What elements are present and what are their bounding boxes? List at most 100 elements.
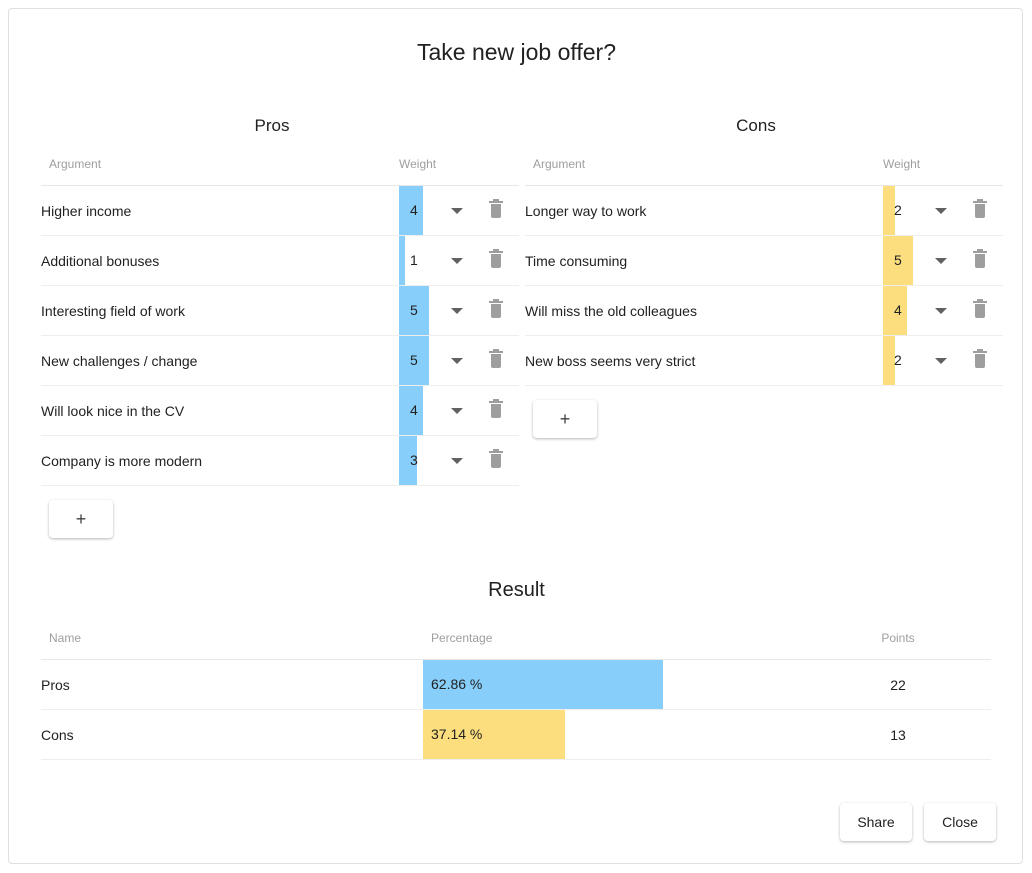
table-row: Higher income 4 — [41, 185, 520, 236]
cons-column-weight: Weight — [883, 157, 958, 186]
result-table: Name Percentage Points Pros 62.86 % 22 Cons… — [41, 631, 991, 760]
weight-cell[interactable]: 4 — [399, 185, 474, 236]
dialog-footer: Share Close — [840, 803, 996, 841]
cons-table-header-row: Argument Weight — [525, 157, 1004, 186]
chevron-down-icon[interactable] — [451, 257, 463, 264]
add-pro-button[interactable]: + — [49, 500, 113, 538]
delete-row-button[interactable] — [473, 385, 520, 436]
weight-cell[interactable]: 2 — [883, 335, 958, 386]
argument-text: Additional bonuses — [41, 235, 399, 286]
result-header-row: Name Percentage Points — [41, 631, 991, 660]
weight-cell[interactable]: 5 — [399, 335, 474, 386]
weight-value: 2 — [894, 202, 902, 218]
argument-text: Will look nice in the CV — [41, 385, 399, 436]
result-points: 22 — [805, 659, 991, 710]
delete-row-button[interactable] — [473, 435, 520, 486]
weight-cell[interactable]: 5 — [399, 285, 474, 336]
result-column-percentage: Percentage — [423, 631, 805, 660]
add-con-button[interactable]: + — [533, 400, 597, 438]
table-row: Longer way to work 2 — [525, 185, 1004, 236]
trash-icon[interactable] — [973, 298, 988, 318]
result-name: Pros — [41, 659, 423, 710]
weight-value: 2 — [894, 352, 902, 368]
weight-value: 5 — [410, 302, 418, 318]
result-name: Cons — [41, 709, 423, 760]
trash-icon[interactable] — [973, 198, 988, 218]
pros-table: Argument Weight Higher income 4 Additional… — [41, 157, 520, 486]
weight-value: 4 — [410, 202, 418, 218]
delete-row-button[interactable] — [473, 285, 520, 336]
table-row: New challenges / change 5 — [41, 335, 520, 386]
result-column-name: Name — [41, 631, 423, 660]
weight-cell[interactable]: 3 — [399, 435, 474, 486]
cons-column-actions — [957, 157, 1004, 186]
cons-heading: Cons — [736, 116, 776, 135]
weight-value: 1 — [410, 252, 418, 268]
weight-value: 5 — [894, 252, 902, 268]
delete-row-button[interactable] — [473, 335, 520, 386]
trash-icon[interactable] — [489, 298, 504, 318]
table-row: Pros 62.86 % 22 — [41, 659, 991, 710]
trash-icon[interactable] — [489, 398, 504, 418]
delete-row-button[interactable] — [957, 335, 1004, 386]
cons-panel: Cons Argument Weight Longer way to work 2… — [525, 111, 1004, 438]
result-table-body: Pros 62.86 % 22 Cons 37.14 % 13 — [41, 659, 991, 760]
pros-column-actions — [473, 157, 520, 186]
argument-text: New boss seems very strict — [525, 335, 883, 386]
share-button[interactable]: Share — [840, 803, 912, 841]
argument-text: Company is more modern — [41, 435, 399, 486]
result-percentage-cell: 37.14 % — [423, 709, 805, 760]
cons-table: Argument Weight Longer way to work 2 Time … — [525, 157, 1004, 386]
weight-cell[interactable]: 4 — [399, 385, 474, 436]
delete-row-button[interactable] — [957, 235, 1004, 286]
result-percentage-cell: 62.86 % — [423, 659, 805, 710]
argument-text: Higher income — [41, 185, 399, 236]
chevron-down-icon[interactable] — [935, 307, 947, 314]
delete-row-button[interactable] — [957, 285, 1004, 336]
result-points: 13 — [805, 709, 991, 760]
close-button[interactable]: Close — [924, 803, 996, 841]
argument-text: Interesting field of work — [41, 285, 399, 336]
weight-cell[interactable]: 2 — [883, 185, 958, 236]
pros-table-body: Higher income 4 Additional bonuses 1 Interes… — [41, 185, 520, 486]
cons-table-body: Longer way to work 2 Time consuming 5 Will m… — [525, 185, 1004, 386]
argument-text: Time consuming — [525, 235, 883, 286]
weight-value: 5 — [410, 352, 418, 368]
weight-cell[interactable]: 1 — [399, 235, 474, 286]
pros-panel: Pros Argument Weight Higher income 4 Addit… — [41, 111, 520, 538]
result-percentage-label: 37.14 % — [431, 726, 483, 742]
pros-column-weight: Weight — [399, 157, 474, 186]
chevron-down-icon[interactable] — [451, 207, 463, 214]
weight-cell[interactable]: 5 — [883, 235, 958, 286]
chevron-down-icon[interactable] — [935, 357, 947, 364]
delete-row-button[interactable] — [473, 235, 520, 286]
delete-row-button[interactable] — [473, 185, 520, 236]
argument-text: Will miss the old colleagues — [525, 285, 883, 336]
chevron-down-icon[interactable] — [935, 207, 947, 214]
trash-icon[interactable] — [489, 448, 504, 468]
trash-icon[interactable] — [973, 248, 988, 268]
pros-table-header-row: Argument Weight — [41, 157, 520, 186]
page-title: Take new job offer? — [416, 39, 617, 65]
chevron-down-icon[interactable] — [451, 457, 463, 464]
chevron-down-icon[interactable] — [451, 407, 463, 414]
table-row: Will miss the old colleagues 4 — [525, 285, 1004, 336]
delete-row-button[interactable] — [957, 185, 1004, 236]
result-percentage-label: 62.86 % — [431, 676, 483, 692]
weight-cell[interactable]: 4 — [883, 285, 958, 336]
weight-value: 3 — [410, 452, 418, 468]
chevron-down-icon[interactable] — [935, 257, 947, 264]
result-column-points: Points — [805, 631, 991, 660]
trash-icon[interactable] — [489, 248, 504, 268]
pros-column-argument: Argument — [41, 157, 399, 186]
trash-icon[interactable] — [489, 348, 504, 368]
trash-icon[interactable] — [489, 198, 504, 218]
chevron-down-icon[interactable] — [451, 307, 463, 314]
result-heading: Result — [488, 579, 545, 601]
argument-text: Longer way to work — [525, 185, 883, 236]
trash-icon[interactable] — [973, 348, 988, 368]
table-row: Interesting field of work 5 — [41, 285, 520, 336]
chevron-down-icon[interactable] — [451, 357, 463, 364]
weight-value: 4 — [410, 402, 418, 418]
table-row: Will look nice in the CV 4 — [41, 385, 520, 436]
